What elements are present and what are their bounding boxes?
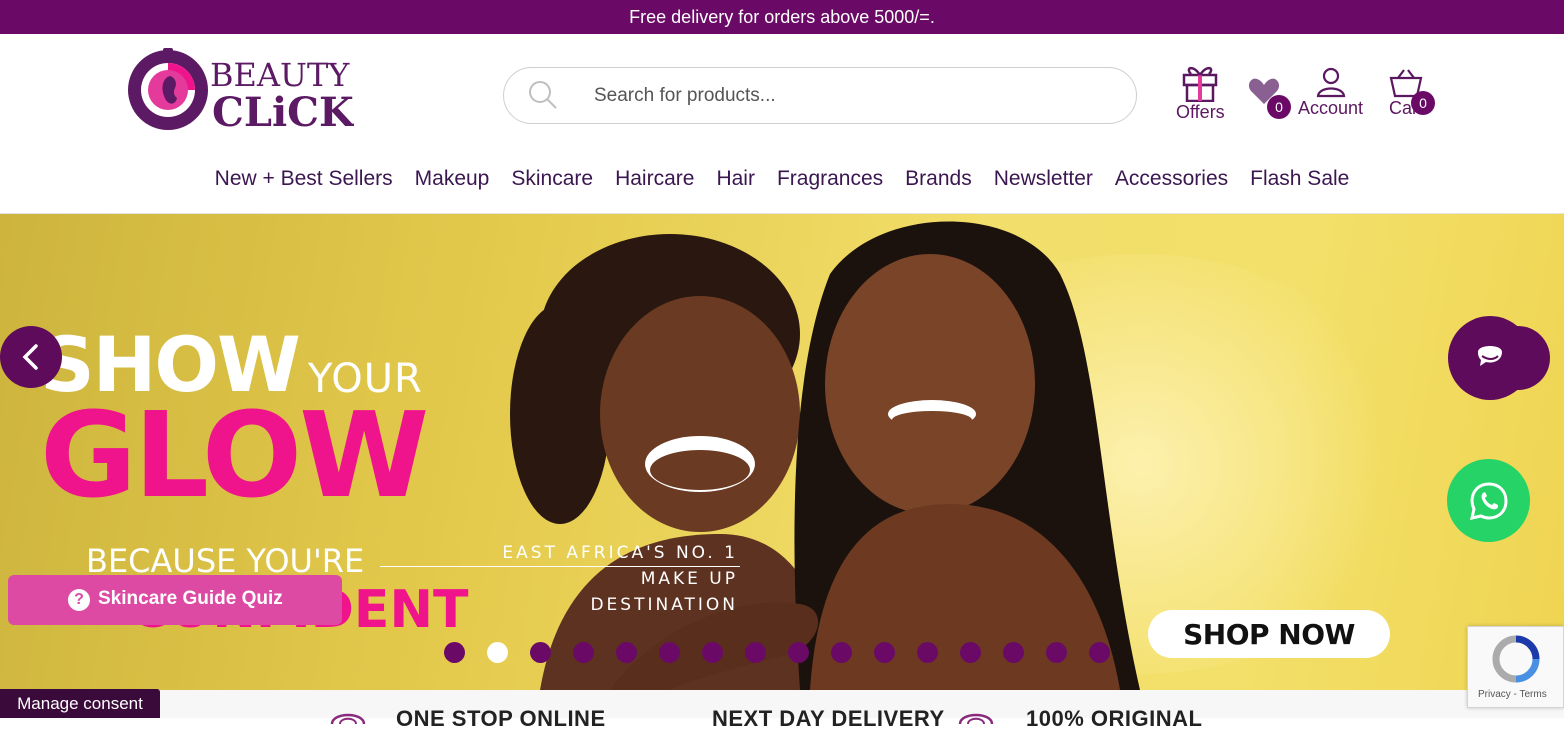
user-icon (1316, 67, 1345, 98)
hero-models-image (510, 221, 1140, 690)
search-icon[interactable] (528, 80, 558, 110)
slider-dot[interactable] (960, 642, 981, 663)
cart-count-badge: 0 (1411, 91, 1435, 115)
announcement-text: Free delivery for orders above 5000/=. (629, 6, 935, 27)
slider-dot[interactable] (745, 642, 766, 663)
beauty-click-logo[interactable]: BEAUTY CLiCK (124, 46, 355, 136)
slider-pagination (444, 642, 1110, 663)
slider-dot[interactable] (831, 642, 852, 663)
nav-haircare[interactable]: Haircare (604, 164, 705, 194)
recaptcha-icon (1492, 635, 1540, 683)
chevron-left-icon (22, 344, 38, 370)
slider-dot[interactable] (616, 642, 637, 663)
slider-dot[interactable] (1003, 642, 1024, 663)
slider-dot[interactable] (659, 642, 680, 663)
skincare-quiz-button[interactable]: ? Skincare Guide Quiz (8, 575, 342, 625)
wishlist-count-badge: 0 (1267, 95, 1291, 119)
quiz-label: Skincare Guide Quiz (98, 588, 283, 609)
slider-dot[interactable] (530, 642, 551, 663)
slider-prev-button[interactable] (0, 326, 62, 388)
offers-label: Offers (1176, 102, 1225, 122)
feature-next-day-delivery: NEXT DAY DELIVERY (712, 706, 945, 731)
shop-now-button[interactable]: SHOP NOW (1148, 610, 1390, 658)
slider-dot[interactable] (444, 642, 465, 663)
store-icon (330, 713, 366, 724)
slider-dot[interactable] (1046, 642, 1067, 663)
feature-original: 100% ORIGINAL (1026, 706, 1203, 731)
account-button[interactable]: Account (1298, 66, 1363, 119)
slider-dot[interactable] (788, 642, 809, 663)
hero-headline-glow: GLOW (40, 386, 429, 524)
recaptcha-links[interactable]: Privacy - Terms (1478, 689, 1547, 700)
feature-one-stop: ONE STOP ONLINE (396, 706, 606, 731)
slider-dot[interactable] (487, 642, 508, 663)
slider-dot[interactable] (702, 642, 723, 663)
nav-newsletter[interactable]: Newsletter (983, 164, 1104, 194)
nav-flash-sale[interactable]: Flash Sale (1239, 164, 1360, 194)
nav-skincare[interactable]: Skincare (500, 164, 604, 194)
nav-fragrances[interactable]: Fragrances (766, 164, 894, 194)
category-nav: New + Best Sellers Makeup Skincare Hairc… (0, 164, 1564, 194)
gift-icon (1183, 66, 1218, 102)
manage-consent-button[interactable]: Manage consent (0, 689, 160, 718)
site-header: BEAUTY CLiCK Offers 0 Account (0, 34, 1564, 214)
announcement-bar: Free delivery for orders above 5000/=. (0, 0, 1564, 34)
hero-tagline-line1: EAST AFRICA'S NO. 1 (502, 543, 738, 563)
account-label: Account (1298, 98, 1364, 118)
nav-makeup[interactable]: Makeup (404, 164, 501, 194)
slider-dot[interactable] (1089, 642, 1110, 663)
search-input[interactable] (594, 78, 1114, 114)
nav-brands[interactable]: Brands (894, 164, 983, 194)
slider-dot[interactable] (573, 642, 594, 663)
chat-button[interactable] (1448, 316, 1550, 400)
slider-dot[interactable] (917, 642, 938, 663)
nav-accessories[interactable]: Accessories (1104, 164, 1239, 194)
chat-bubble-icon (1448, 316, 1550, 400)
question-icon: ? (68, 589, 90, 611)
offers-button[interactable]: Offers (1176, 62, 1225, 123)
hero-tagline: EAST AFRICA'S NO. 1 MAKE UP DESTINATION (494, 540, 738, 618)
search-bar[interactable] (503, 67, 1137, 124)
whatsapp-icon (1469, 481, 1508, 520)
recaptcha-badge[interactable]: Privacy - Terms (1467, 626, 1564, 708)
slider-dot[interactable] (874, 642, 895, 663)
hero-tagline-line2: MAKE UP DESTINATION (590, 569, 738, 615)
nav-new-best-sellers[interactable]: New + Best Sellers (204, 164, 404, 194)
logo-line2: CLiCK (212, 89, 354, 132)
whatsapp-button[interactable] (1447, 459, 1530, 542)
features-strip: ONE STOP ONLINE NEXT DAY DELIVERY 100% O… (0, 690, 1564, 731)
badge-icon (958, 713, 994, 724)
nav-hair[interactable]: Hair (705, 164, 766, 194)
